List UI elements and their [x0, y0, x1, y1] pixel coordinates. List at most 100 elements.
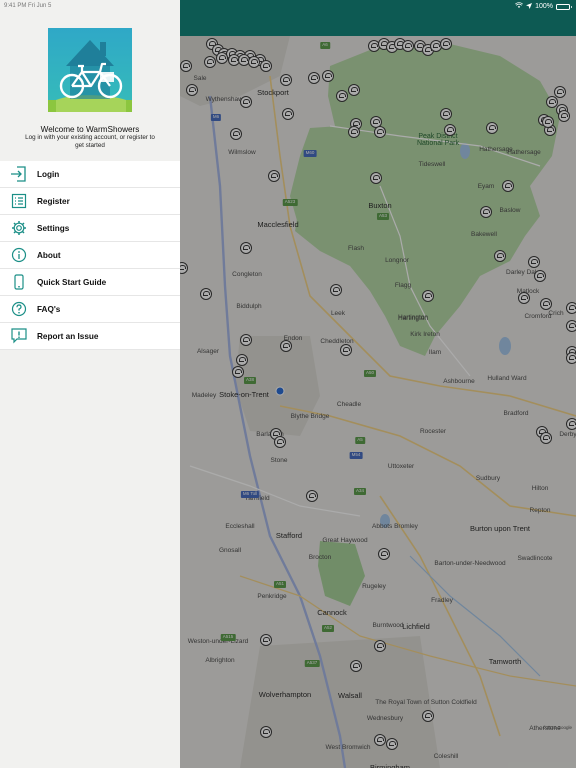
map-place-label: Rugeley	[362, 583, 386, 590]
host-marker-icon[interactable]	[480, 206, 492, 218]
menu-item-faqs[interactable]: FAQ's	[0, 296, 180, 323]
menu-item-quick-start-guide[interactable]: Quick Start Guide	[0, 269, 180, 296]
host-marker-icon[interactable]	[440, 38, 452, 50]
host-marker-icon[interactable]	[336, 90, 348, 102]
host-marker-icon[interactable]	[518, 292, 530, 304]
host-marker-icon[interactable]	[240, 96, 252, 108]
menu-label: Report an Issue	[37, 331, 99, 341]
map-place-label: Tideswell	[418, 161, 446, 168]
map-place-label: Buxton	[368, 201, 392, 210]
status-bar-right: 100%	[515, 2, 572, 11]
menu-item-report-an-issue[interactable]: Report an Issue	[0, 323, 180, 350]
host-marker-icon[interactable]	[402, 40, 414, 52]
host-marker-icon[interactable]	[540, 298, 552, 310]
host-marker-icon[interactable]	[308, 72, 320, 84]
map-place-label: Ashbourne	[443, 378, 475, 385]
host-marker-icon[interactable]	[566, 302, 576, 314]
menu-item-about[interactable]: About	[0, 242, 180, 269]
host-marker-icon[interactable]	[378, 548, 390, 560]
map-place-label: Bakewell	[470, 231, 498, 238]
map-place-label: Eyam	[477, 183, 495, 190]
host-marker-icon[interactable]	[440, 108, 452, 120]
national-park-label: Peak District National Park	[416, 133, 460, 147]
map-place-label: Hilton	[531, 485, 549, 492]
host-marker-icon[interactable]	[558, 110, 570, 122]
host-marker-icon[interactable]	[540, 432, 552, 444]
host-marker-icon[interactable]	[260, 634, 272, 646]
road-label: A515	[220, 634, 236, 641]
map-place-label: Flash	[348, 245, 364, 252]
map-place-label: Wolverhampton	[258, 690, 312, 699]
host-marker-icon[interactable]	[340, 344, 352, 356]
map-place-label: Wilmslow	[228, 149, 256, 156]
menu-item-register[interactable]: Register	[0, 188, 180, 215]
road-label: M54	[349, 452, 363, 459]
host-marker-icon[interactable]	[274, 436, 286, 448]
host-marker-icon[interactable]	[566, 320, 576, 332]
host-marker-icon[interactable]	[282, 108, 294, 120]
host-marker-icon[interactable]	[280, 340, 292, 352]
login-icon	[0, 161, 37, 188]
map-place-label: Ilam	[428, 349, 442, 356]
host-marker-icon[interactable]	[554, 86, 566, 98]
map-place-label: Flagg	[394, 282, 412, 289]
host-marker-icon[interactable]	[348, 84, 360, 96]
host-marker-icon[interactable]	[180, 60, 192, 72]
road-label: M60	[303, 150, 317, 157]
road-label: A5	[355, 437, 365, 444]
host-marker-icon[interactable]	[374, 734, 386, 746]
host-marker-icon[interactable]	[350, 660, 362, 672]
host-marker-icon[interactable]	[374, 126, 386, 138]
host-marker-icon[interactable]	[422, 710, 434, 722]
host-marker-icon[interactable]	[502, 180, 514, 192]
host-marker-icon[interactable]	[534, 270, 546, 282]
map-place-label: Walsall	[338, 691, 362, 700]
host-marker-icon[interactable]	[216, 52, 228, 64]
road-label: M6	[210, 114, 222, 121]
host-marker-icon[interactable]	[236, 354, 248, 366]
host-marker-icon[interactable]	[422, 290, 434, 302]
host-marker-icon[interactable]	[230, 128, 242, 140]
map-view[interactable]: Sale Stockport Wythenshawe Wilmslow Macclesf…	[180, 0, 576, 768]
map-place-label: Leek	[330, 310, 346, 317]
road-label: A6	[320, 42, 330, 49]
map-place-label: Gnosall	[218, 547, 242, 554]
host-marker-icon[interactable]	[240, 242, 252, 254]
menu-item-login[interactable]: Login	[0, 161, 180, 188]
road	[189, 465, 361, 517]
map-place-label: Biddulph	[236, 303, 262, 310]
host-marker-icon[interactable]	[204, 56, 216, 68]
battery-percent: 100%	[535, 3, 553, 10]
host-marker-icon[interactable]	[566, 352, 576, 364]
host-marker-icon[interactable]	[444, 124, 456, 136]
host-marker-icon[interactable]	[280, 74, 292, 86]
host-marker-icon[interactable]	[386, 738, 398, 750]
map-place-label: Blythe Bridge	[290, 413, 330, 420]
road-label: A52	[321, 625, 335, 632]
map-place-label: Stoke-on-Trent	[219, 390, 269, 399]
host-marker-icon[interactable]	[566, 418, 576, 430]
host-marker-icon[interactable]	[494, 250, 506, 262]
host-marker-icon[interactable]	[248, 56, 260, 68]
host-marker-icon[interactable]	[486, 122, 498, 134]
cannock-chase	[318, 541, 365, 606]
host-marker-icon[interactable]	[186, 84, 198, 96]
host-marker-icon[interactable]	[260, 60, 272, 72]
host-marker-icon[interactable]	[330, 284, 342, 296]
host-marker-icon[interactable]	[528, 256, 540, 268]
host-marker-icon[interactable]	[370, 172, 382, 184]
host-marker-icon[interactable]	[306, 490, 318, 502]
host-marker-icon[interactable]	[542, 116, 554, 128]
host-marker-icon[interactable]	[260, 726, 272, 738]
map-place-label: Alsager	[196, 348, 220, 355]
host-marker-icon[interactable]	[348, 126, 360, 138]
host-marker-icon[interactable]	[240, 334, 252, 346]
host-marker-icon[interactable]	[322, 70, 334, 82]
host-marker-icon[interactable]	[268, 170, 280, 182]
map-place-label: Penkridge	[257, 593, 287, 600]
host-marker-icon[interactable]	[200, 288, 212, 300]
menu-item-settings[interactable]: Settings	[0, 215, 180, 242]
host-marker-icon[interactable]	[374, 640, 386, 652]
map-place-label: Rocester	[419, 428, 447, 435]
host-marker-icon[interactable]	[232, 366, 244, 378]
